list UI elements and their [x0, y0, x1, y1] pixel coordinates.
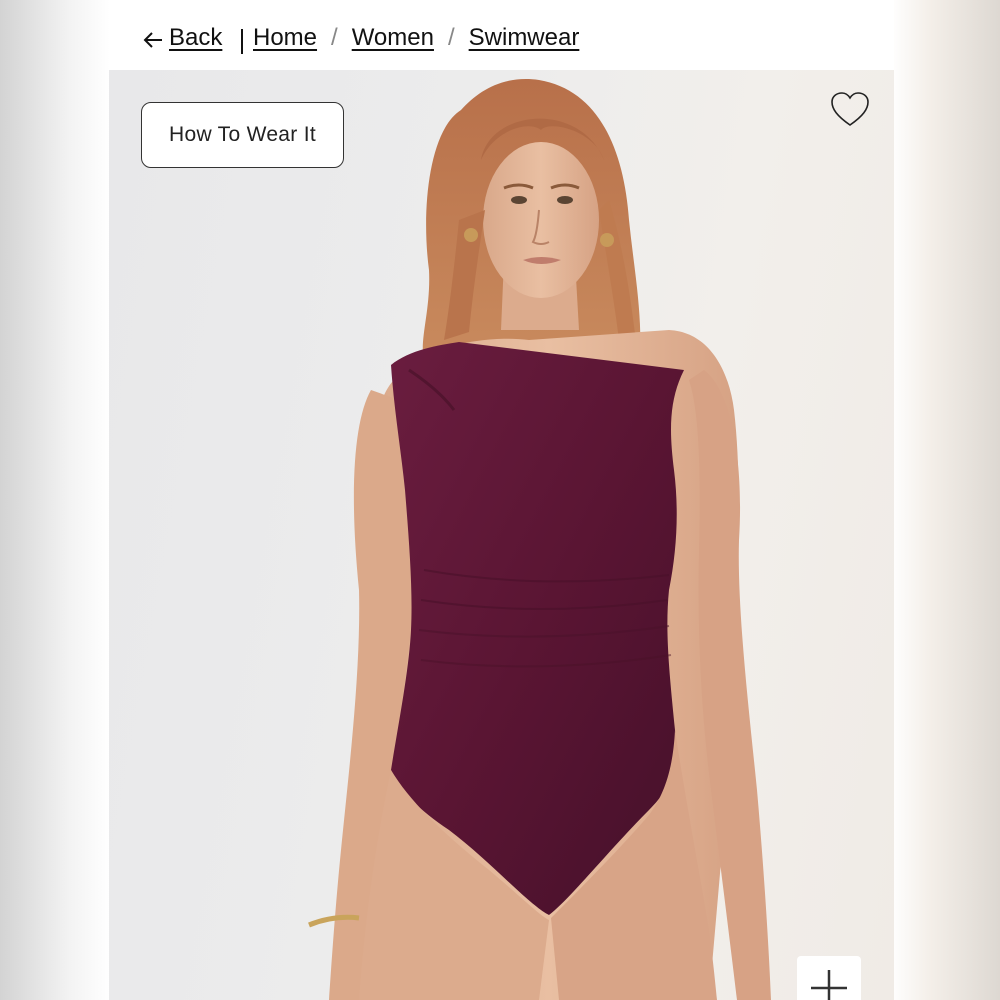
breadcrumb-divider	[241, 29, 243, 54]
breadcrumb: Back Home / Women / Swimwear	[109, 0, 894, 70]
breadcrumb-separator: /	[447, 24, 455, 51]
back-link[interactable]: Back	[142, 24, 222, 52]
zoom-button[interactable]	[797, 956, 861, 1000]
product-page: Back Home / Women / Swimwear How To Wear…	[109, 0, 894, 1000]
how-to-wear-button[interactable]: How To Wear It	[141, 102, 344, 168]
breadcrumb-separator: /	[331, 24, 338, 51]
model-photo	[308, 79, 771, 1000]
breadcrumb-swimwear-link[interactable]: Swimwear	[469, 24, 580, 52]
breadcrumb-trail: Home / Women / Swimwear	[253, 24, 579, 52]
back-label: Back	[169, 24, 223, 51]
plus-icon	[811, 970, 847, 1000]
heart-icon[interactable]	[829, 90, 871, 130]
breadcrumb-women-link[interactable]: Women	[352, 24, 434, 52]
product-image[interactable]: How To Wear It	[109, 70, 894, 1000]
left-arrow-icon	[143, 31, 162, 48]
breadcrumb-home-link[interactable]: Home	[253, 24, 317, 52]
